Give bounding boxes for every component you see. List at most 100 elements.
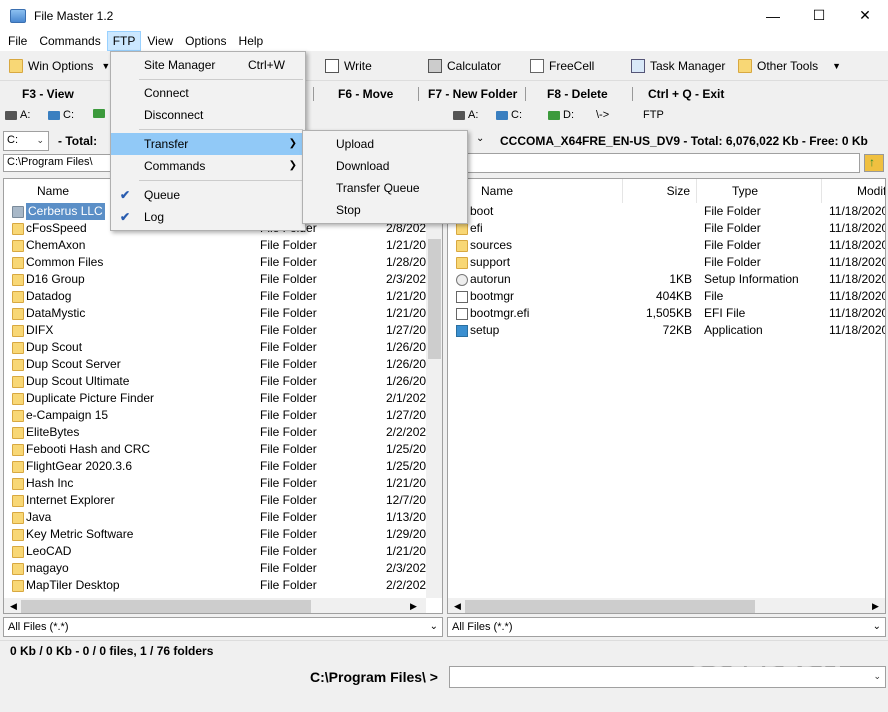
left-scroll-thumb[interactable] (428, 239, 441, 359)
stop-menu-item[interactable]: Stop (303, 199, 467, 221)
commands-menu-item[interactable]: Commands ❯ (111, 155, 305, 177)
ftp-button[interactable]: FTP (643, 109, 664, 121)
table-row[interactable]: sources File Folder 11/18/2020 (448, 237, 885, 254)
go-up-folder-icon[interactable]: ↑ (864, 154, 884, 172)
left-drive-select[interactable]: C: ⌄ (3, 131, 49, 151)
right-col-type[interactable]: Type (697, 179, 822, 203)
upload-menu-item[interactable]: Upload (303, 133, 467, 155)
scroll-left-icon[interactable]: ◀ (10, 601, 17, 612)
f8-delete-button[interactable]: F8 - Delete (547, 87, 608, 101)
other-tools-button[interactable]: Other Tools ▼ (738, 56, 841, 76)
close-button[interactable]: ✕ (842, 0, 888, 31)
table-row[interactable]: boot File Folder 11/18/2020 (448, 203, 885, 220)
network-drive-icon[interactable] (93, 109, 108, 118)
minimize-button[interactable]: — (750, 0, 796, 31)
drive-d-button[interactable]: D: (548, 109, 574, 121)
left-path-field[interactable]: C:\Program Files\ (3, 154, 111, 172)
menu-view[interactable]: View (141, 31, 179, 51)
table-row[interactable]: Hash Inc File Folder 1/21/20 (4, 475, 426, 492)
menu-file[interactable]: File (2, 31, 33, 51)
drive-c-button[interactable]: C: (496, 109, 522, 121)
folder-icon (12, 308, 24, 320)
transfer-queue-menu-item[interactable]: Transfer Queue (303, 177, 467, 199)
folder-icon (12, 427, 24, 439)
scroll-right-icon[interactable]: ▶ (872, 601, 879, 612)
right-col-modified[interactable]: Modifi (822, 179, 885, 203)
table-row[interactable]: Common Files File Folder 1/28/20 (4, 254, 426, 271)
menu-ftp[interactable]: FTP (106, 31, 142, 51)
freecell-button[interactable]: FreeCell (530, 56, 594, 76)
table-row[interactable]: bootmgr.efi 1,505KB EFI File 11/18/2020 (448, 305, 885, 322)
f7-new-folder-button[interactable]: F7 - New Folder (428, 87, 517, 101)
table-row[interactable]: FlightGear 2020.3.6 File Folder 1/25/20 (4, 458, 426, 475)
menu-commands[interactable]: Commands (33, 31, 106, 51)
maximize-button[interactable]: ☐ (796, 0, 842, 31)
right-filter-select[interactable]: All Files (*.*) ⌄ (447, 617, 886, 637)
menu-help[interactable]: Help (233, 31, 270, 51)
table-row[interactable]: Dup Scout File Folder 1/26/20 (4, 339, 426, 356)
left-hscroll-thumb[interactable] (21, 600, 311, 613)
file-type: File Folder (260, 578, 317, 592)
right-col-name[interactable]: Name (448, 179, 623, 203)
right-file-list[interactable]: Name Size Type Modifi boot File Folder 11/… (447, 178, 886, 614)
file-size: 72KB (662, 323, 692, 337)
right-drive-select[interactable]: ⌄ (470, 131, 492, 151)
table-row[interactable]: Duplicate Picture Finder File Folder 2/1/2… (4, 390, 426, 407)
menu-bar: File Commands FTP View Options Help (0, 31, 888, 51)
table-row[interactable]: MapTiler Desktop File Folder 2/2/202 (4, 577, 426, 594)
scroll-right-icon[interactable]: ▶ (410, 601, 417, 612)
file-date: 12/7/20 (386, 493, 427, 507)
table-row[interactable]: EliteBytes File Folder 2/2/202 (4, 424, 426, 441)
transfer-menu-item[interactable]: Transfer ❯ (111, 133, 305, 155)
table-row[interactable]: Java File Folder 1/13/20 (4, 509, 426, 526)
table-row[interactable]: ChemAxon File Folder 1/21/20 (4, 237, 426, 254)
table-row[interactable]: Internet Explorer File Folder 12/7/20 (4, 492, 426, 509)
drive-c-button[interactable]: C: (48, 109, 74, 121)
menu-options[interactable]: Options (179, 31, 232, 51)
left-filter-select[interactable]: All Files (*.*) ⌄ (3, 617, 443, 637)
log-menu-item[interactable]: ✔ Log (111, 206, 305, 228)
table-row[interactable]: Datadog File Folder 1/21/20 (4, 288, 426, 305)
table-row[interactable]: Dup Scout Server File Folder 1/26/20 (4, 356, 426, 373)
table-row[interactable]: Febooti Hash and CRC File Folder 1/25/20 (4, 441, 426, 458)
right-col-size[interactable]: Size (623, 179, 697, 203)
left-file-list[interactable]: Name Cerberus LLCFile Folder1/21/20cFosS… (3, 178, 443, 614)
table-row[interactable]: autorun 1KB Setup Information 11/18/2020 (448, 271, 885, 288)
table-row[interactable]: magayo File Folder 2/3/202 (4, 560, 426, 577)
table-row[interactable]: Key Metric Software File Folder 1/29/20 (4, 526, 426, 543)
left-horizontal-scrollbar[interactable]: ◀ ▶ (4, 598, 426, 613)
disconnect-menu-item[interactable]: Disconnect (111, 104, 305, 126)
network-path-button[interactable]: \-> (596, 109, 609, 121)
site-manager-menu-item[interactable]: Site Manager Ctrl+W (111, 54, 305, 76)
calculator-button[interactable]: Calculator (428, 56, 501, 76)
folder-icon (12, 580, 24, 592)
table-row[interactable]: Dup Scout Ultimate File Folder 1/26/20 (4, 373, 426, 390)
right-horizontal-scrollbar[interactable]: ◀ ▶ (448, 598, 885, 613)
table-row[interactable]: support File Folder 11/18/2020 (448, 254, 885, 271)
f3-view-button[interactable]: F3 - View (22, 87, 74, 101)
table-row[interactable]: bootmgr 404KB File 11/18/2020 (448, 288, 885, 305)
drive-a-button[interactable]: A: (5, 109, 30, 121)
write-button[interactable]: Write (325, 56, 372, 76)
scroll-left-icon[interactable]: ◀ (454, 601, 461, 612)
table-row[interactable]: e-Campaign 15 File Folder 1/27/20 (4, 407, 426, 424)
pen-icon (325, 59, 339, 73)
task-manager-button[interactable]: Task Manager (631, 56, 725, 76)
drive-a-button[interactable]: A: (453, 109, 478, 121)
right-path-field[interactable] (466, 153, 860, 173)
f6-move-button[interactable]: F6 - Move (338, 87, 393, 101)
right-hscroll-thumb[interactable] (465, 600, 755, 613)
table-row[interactable]: efi File Folder 11/18/2020 (448, 220, 885, 237)
exit-button[interactable]: Ctrl + Q - Exit (648, 87, 724, 101)
table-row[interactable]: DIFX File Folder 1/27/20 (4, 322, 426, 339)
table-row[interactable]: LeoCAD File Folder 1/21/20 (4, 543, 426, 560)
connect-menu-item[interactable]: Connect (111, 82, 305, 104)
table-row[interactable]: setup 72KB Application 11/18/2020 (448, 322, 885, 339)
queue-menu-item[interactable]: ✔ Queue (111, 184, 305, 206)
win-options-button[interactable]: Win Options ▼ (9, 56, 110, 76)
file-date: 1/26/20 (386, 357, 427, 371)
table-row[interactable]: D16 Group File Folder 2/3/202 (4, 271, 426, 288)
left-vertical-scrollbar[interactable]: ▲ (426, 179, 442, 598)
table-row[interactable]: DataMystic File Folder 1/21/20 (4, 305, 426, 322)
download-menu-item[interactable]: Download (303, 155, 467, 177)
